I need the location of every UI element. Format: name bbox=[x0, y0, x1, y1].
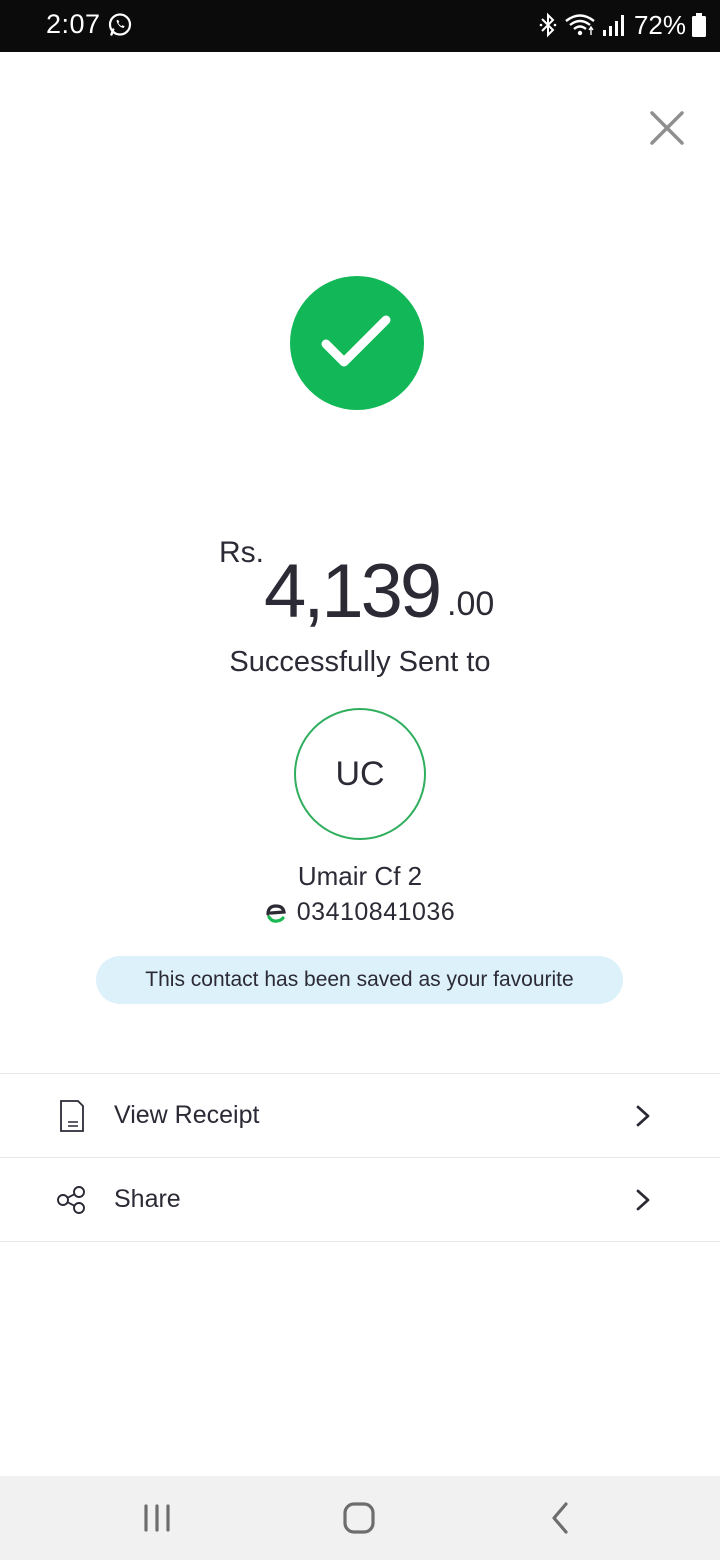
view-receipt-label: View Receipt bbox=[114, 1101, 260, 1129]
whatsapp-icon bbox=[108, 13, 132, 36]
receipt-icon bbox=[60, 1100, 84, 1132]
battery-icon bbox=[692, 13, 706, 37]
status-icons: 72% bbox=[538, 8, 706, 42]
amount-currency: Rs. bbox=[219, 536, 264, 569]
recent-apps-icon[interactable] bbox=[136, 1498, 180, 1538]
favourite-message: This contact has been saved as your favo… bbox=[145, 968, 574, 991]
amount-display: Rs. 4,139 .00 bbox=[0, 530, 720, 640]
success-title: Successfully Sent to bbox=[229, 646, 491, 678]
bluetooth-icon bbox=[539, 12, 557, 38]
avatar: UC bbox=[294, 708, 426, 840]
share-button[interactable]: Share bbox=[0, 1157, 720, 1242]
signal-icon bbox=[602, 15, 624, 36]
status-bar: 2:07 72% bbox=[0, 0, 720, 52]
amount-whole: 4,139 bbox=[264, 549, 442, 634]
wifi-icon bbox=[565, 14, 595, 36]
view-receipt-button[interactable]: View Receipt bbox=[0, 1073, 720, 1157]
contact-phone: 03410841036 bbox=[296, 898, 456, 926]
chevron-right-icon bbox=[636, 1105, 650, 1127]
battery-percent: 72% bbox=[633, 9, 686, 40]
favourite-banner: This contact has been saved as your favo… bbox=[96, 956, 623, 1004]
status-time: 2:07 bbox=[46, 9, 101, 39]
contact-name: Umair Cf 2 bbox=[297, 861, 423, 891]
easypaisa-icon bbox=[266, 903, 286, 923]
contact-phone-row: 03410841036 bbox=[0, 898, 720, 927]
share-label: Share bbox=[114, 1185, 181, 1213]
back-icon[interactable] bbox=[538, 1498, 582, 1538]
check-icon bbox=[321, 315, 391, 367]
share-icon bbox=[57, 1186, 85, 1214]
close-icon[interactable] bbox=[648, 109, 686, 147]
action-list: View Receipt Share bbox=[0, 1073, 720, 1242]
chevron-right-icon bbox=[636, 1189, 650, 1211]
home-icon[interactable] bbox=[337, 1498, 381, 1538]
avatar-initials: UC bbox=[335, 754, 385, 793]
system-nav-bar bbox=[0, 1476, 720, 1560]
check-circle-icon bbox=[290, 276, 424, 410]
amount-decimal: .00 bbox=[447, 585, 495, 623]
